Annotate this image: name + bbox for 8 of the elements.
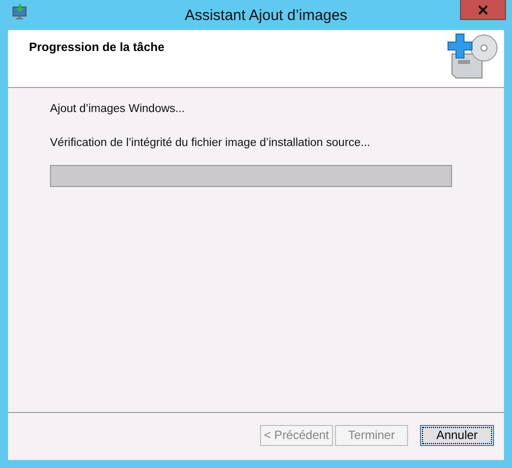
window-title: Assistant Ajout d’images	[184, 6, 348, 24]
status-text: Ajout d’images Windows...	[50, 103, 186, 115]
page-heading: Progression de la tâche	[29, 40, 164, 56]
close-icon	[478, 4, 488, 14]
task-text: Vérification de l’intégrité du fichier image d’installation source...	[50, 137, 372, 149]
wizard-button[interactable]: Annuler	[420, 425, 494, 446]
monitor-download-icon	[12, 4, 28, 20]
close-button[interactable]	[460, 0, 506, 20]
